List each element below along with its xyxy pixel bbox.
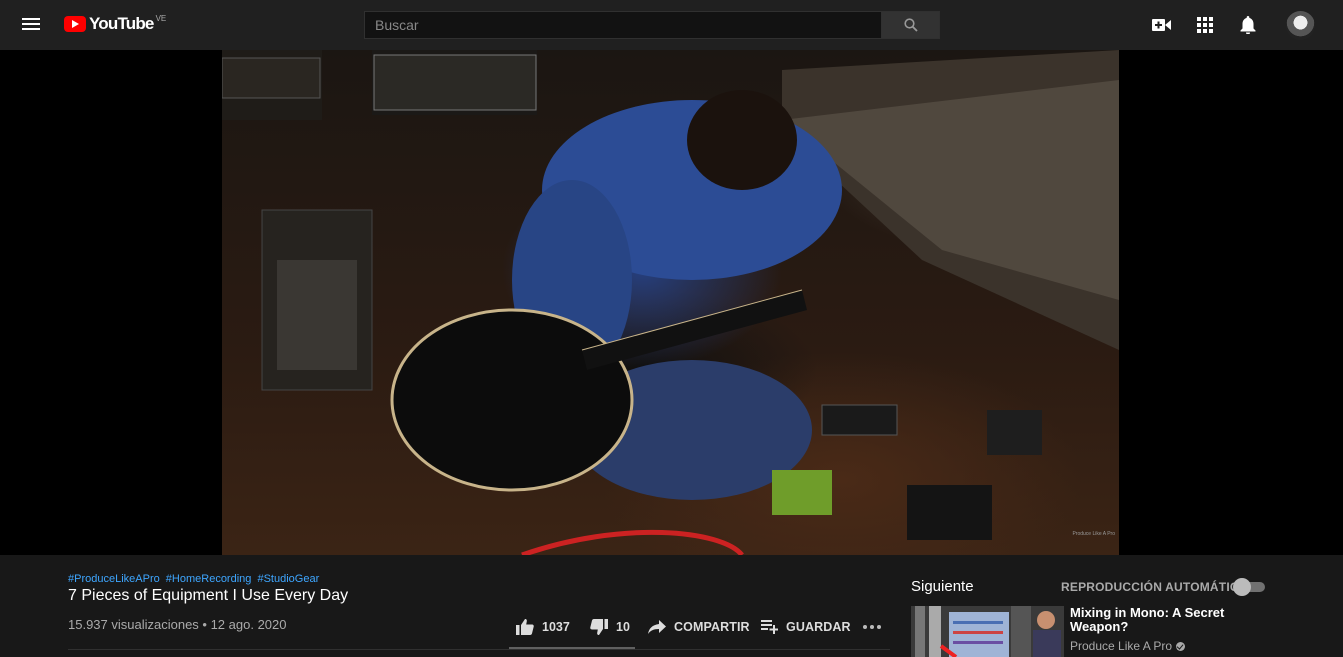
channel-name: Produce Like A Pro xyxy=(1070,639,1173,653)
hashtag-link[interactable]: #HomeRecording xyxy=(166,573,252,585)
more-actions-button[interactable] xyxy=(862,616,882,638)
apps-grid-icon[interactable] xyxy=(1193,13,1217,37)
hashtag-link[interactable]: #StudioGear xyxy=(257,573,319,585)
like-count: 1037 xyxy=(542,620,570,634)
search-icon xyxy=(903,18,918,32)
share-button[interactable]: COMPARTIR xyxy=(648,616,750,638)
toggle-knob xyxy=(1233,578,1251,596)
divider xyxy=(68,649,890,650)
video-title: 7 Pieces of Equipment I Use Every Day xyxy=(68,587,349,604)
recommendation-title[interactable]: Mixing in Mono: A Secret Weapon? xyxy=(1070,606,1270,634)
thumbnail-image xyxy=(911,606,1064,657)
bell-icon[interactable] xyxy=(1236,13,1260,37)
up-next-heading: Siguiente xyxy=(911,578,974,595)
autoplay-label: REPRODUCCIÓN AUTOMÁTICA xyxy=(1061,580,1248,594)
save-button[interactable]: GUARDAR xyxy=(761,616,851,638)
video-player: Produce Like A Pro xyxy=(0,50,1343,555)
share-icon xyxy=(648,620,666,634)
hashtag-link[interactable]: #ProduceLikeAPro xyxy=(68,573,160,585)
autoplay-toggle[interactable] xyxy=(1233,578,1265,596)
more-horizontal-icon xyxy=(863,625,881,629)
recommendation-channel[interactable]: Produce Like A Pro xyxy=(1070,639,1186,653)
search-button[interactable] xyxy=(882,11,940,39)
top-bar: YouTube VE xyxy=(0,0,1343,50)
search-input[interactable] xyxy=(364,11,882,39)
youtube-play-icon xyxy=(64,16,86,32)
video-meta: 15.937 visualizaciones • 12 ago. 2020 xyxy=(68,617,287,632)
video-frame[interactable]: Produce Like A Pro xyxy=(222,50,1119,555)
thumbs-down-icon xyxy=(590,619,608,635)
video-watermark: Produce Like A Pro xyxy=(1072,531,1115,537)
verified-icon xyxy=(1176,641,1186,651)
menu-icon[interactable] xyxy=(20,15,42,35)
hashtag-list: #ProduceLikeAPro #HomeRecording #StudioG… xyxy=(68,573,319,585)
search-bar xyxy=(364,11,940,39)
recommendation-thumbnail[interactable] xyxy=(911,606,1064,657)
dislike-count: 10 xyxy=(616,620,630,634)
logo-country-code: VE xyxy=(155,13,167,23)
create-video-icon[interactable] xyxy=(1150,13,1174,37)
avatar[interactable] xyxy=(1286,11,1315,40)
video-scene xyxy=(222,50,1119,555)
thumbs-up-icon xyxy=(516,619,534,635)
logo-text: YouTube xyxy=(89,14,154,33)
share-label: COMPARTIR xyxy=(674,620,750,634)
youtube-logo[interactable]: YouTube VE xyxy=(64,14,166,34)
save-label: GUARDAR xyxy=(786,620,851,634)
playlist-add-icon xyxy=(761,620,778,634)
dislike-button[interactable]: 10 xyxy=(590,616,630,638)
like-button[interactable]: 1037 xyxy=(516,616,570,638)
